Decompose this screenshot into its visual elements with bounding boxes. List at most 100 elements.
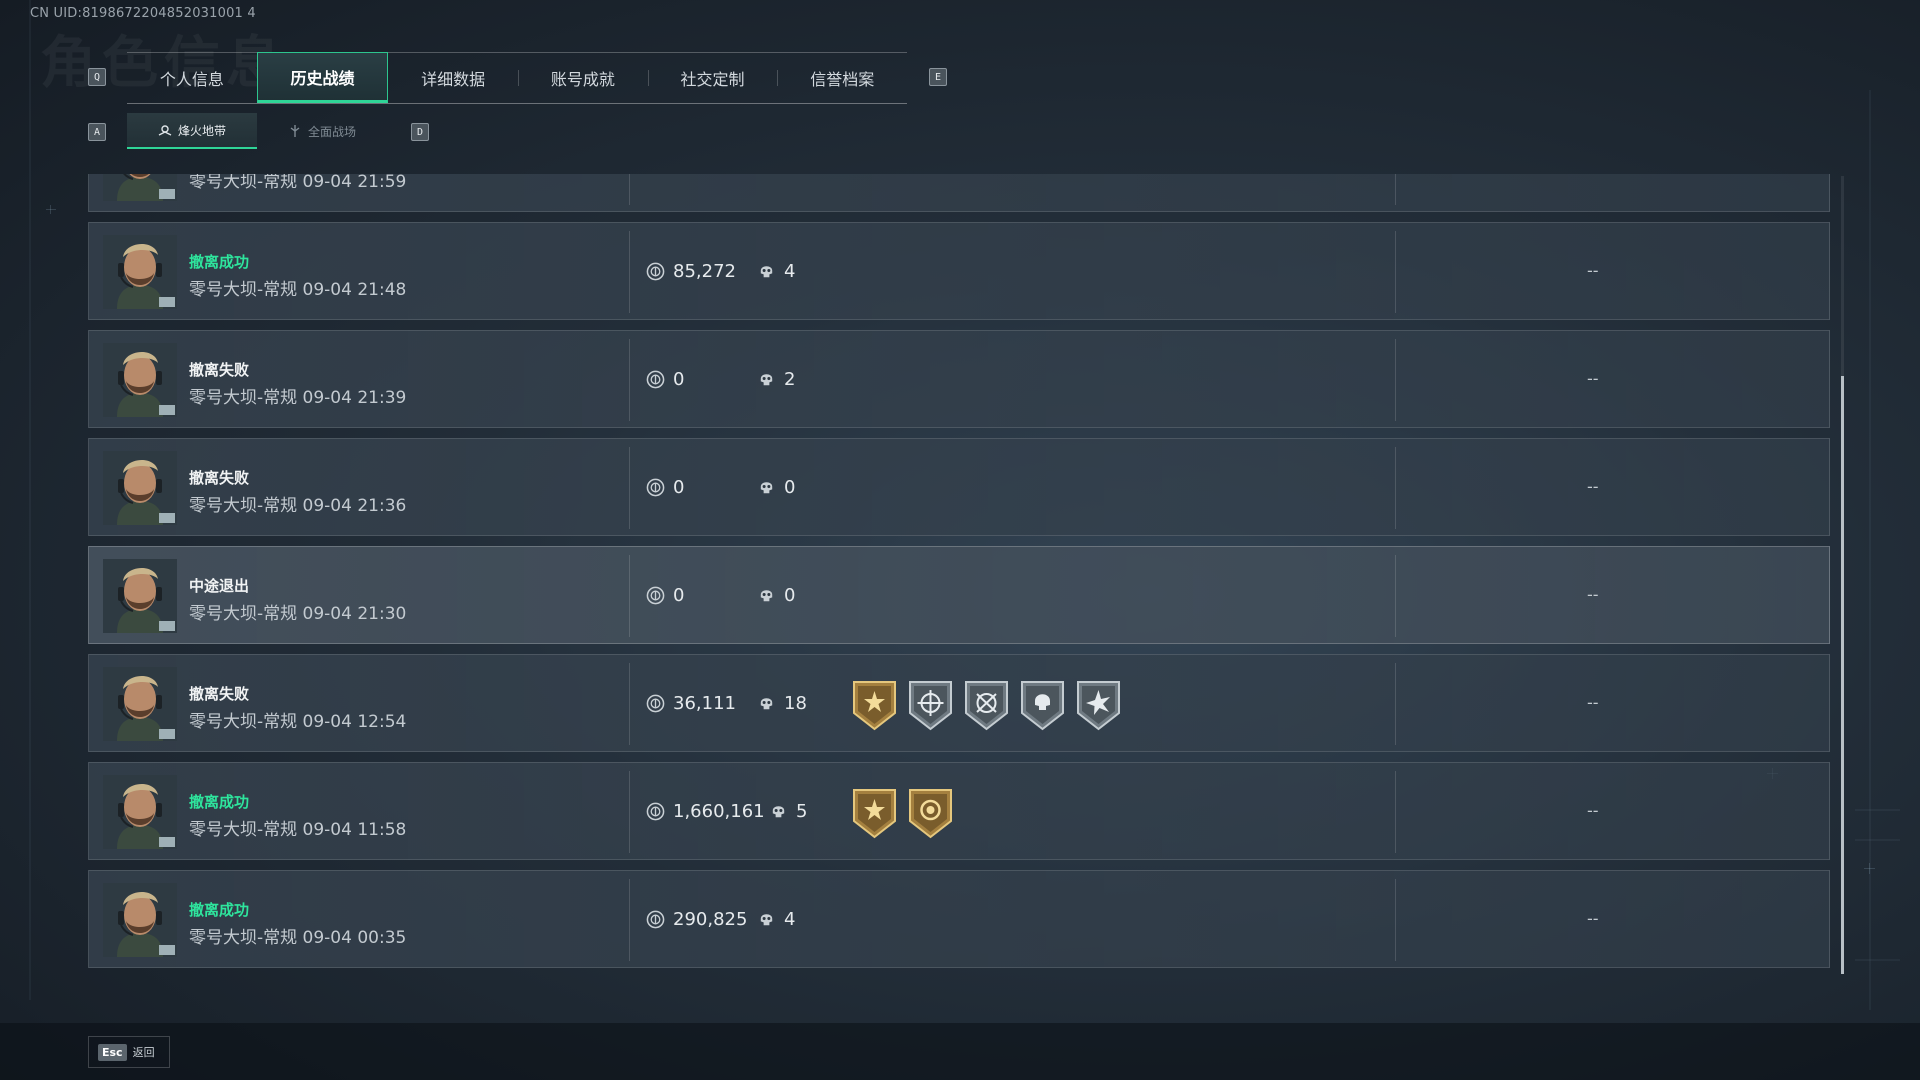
kills-stat: 5 [769,801,807,822]
scrollbar-thumb[interactable] [1841,376,1844,974]
gold-coin-badge-icon[interactable] [907,787,954,839]
esc-key-hint: Esc [98,1043,127,1061]
coin-icon [646,370,665,389]
column-divider [1395,447,1396,529]
match-record-row[interactable]: 零号大坝-常规 09-04 21:59 [88,174,1830,212]
operator-avatar [103,667,177,741]
operator-avatar [103,559,177,633]
main-tabs: 个人信息 历史战绩 详细数据 账号成就 社交定制 信誉档案 [127,52,907,104]
kills-value: 4 [784,261,796,282]
map-and-time: 零号大坝-常规 09-04 21:48 [189,280,407,300]
map-and-time: 零号大坝-常规 09-04 21:30 [189,604,407,624]
tab-match-history[interactable]: 历史战绩 [256,52,389,103]
extraction-status: 撤离失败 [189,469,250,487]
tab-social-custom[interactable]: 社交定制 [647,53,778,103]
column-divider [1395,555,1396,637]
extra-value: -- [1587,261,1599,280]
column-divider [1395,663,1396,745]
tab-detailed-data[interactable]: 详细数据 [388,53,518,103]
kills-stat: 0 [757,477,795,498]
kills-stat: 18 [757,693,807,714]
extraction-status: 撤离成功 [189,253,250,271]
extraction-status: 撤离成功 [189,901,250,919]
tab-reputation[interactable]: 信誉档案 [777,53,907,103]
prev-tab-key-hint[interactable]: Q [88,68,106,86]
kills-value: 0 [784,585,796,606]
column-divider [629,555,630,637]
extraction-status: 撤离失败 [189,361,250,379]
subtab-warfare[interactable]: 全面战场 [257,113,387,149]
mode-subtabs: 烽火地带 全面战场 [127,113,387,149]
coin-icon [646,910,665,929]
coin-icon [646,802,665,821]
money-stat: 1,660,161 [646,801,765,822]
operator-avatar [103,775,177,849]
next-tab-key-hint[interactable]: E [929,68,947,86]
column-divider [629,879,630,961]
medal-list [851,679,1122,731]
kills-value: 2 [784,369,796,390]
silver-crosshair-badge-icon[interactable] [963,679,1010,731]
money-value: 36,111 [673,693,736,714]
operator-avatar [103,343,177,417]
tab-achievements[interactable]: 账号成就 [518,53,648,103]
skull-icon [757,694,776,713]
money-value: 1,660,161 [673,801,765,822]
match-record-row[interactable]: 中途退出 零号大坝-常规 09-04 21:30 0 0 -- [88,546,1830,644]
kills-stat: 2 [757,369,795,390]
match-record-row[interactable]: 撤离成功 零号大坝-常规 09-04 21:48 85,272 4 -- [88,222,1830,320]
skull-icon [757,262,776,281]
match-record-row[interactable]: 撤离成功 零号大坝-常规 09-04 11:58 1,660,161 5 -- [88,762,1830,860]
extra-value: -- [1587,369,1599,388]
skull-icon [769,802,788,821]
silver-burst-badge-icon[interactable] [1075,679,1122,731]
tab-personal-info[interactable]: 个人信息 [127,53,257,103]
money-value: 0 [673,585,685,606]
money-value: 0 [673,369,685,390]
match-record-row[interactable]: 撤离成功 零号大坝-常规 09-04 00:35 290,825 4 -- [88,870,1830,968]
column-divider [1395,231,1396,313]
match-record-row[interactable]: 撤离失败 零号大坝-常规 09-04 21:36 0 0 -- [88,438,1830,536]
column-divider [629,663,630,745]
match-record-row[interactable]: 撤离失败 零号大坝-常规 09-04 12:54 36,111 18 -- [88,654,1830,752]
gold-star-badge-icon[interactable] [851,679,898,731]
column-divider [1395,879,1396,961]
column-divider [629,231,630,313]
extra-value: -- [1587,693,1599,712]
silver-crosshair-badge-icon[interactable] [907,679,954,731]
map-and-time: 零号大坝-常规 09-04 21:36 [189,496,407,516]
column-divider [629,447,630,529]
map-and-time: 零号大坝-常规 09-04 12:54 [189,712,407,732]
kills-stat: 4 [757,909,795,930]
extraction-status: 撤离失败 [189,685,250,703]
subtab-operations-zone[interactable]: 烽火地带 [127,113,257,149]
gold-star-badge-icon[interactable] [851,787,898,839]
extra-value: -- [1587,585,1599,604]
column-divider [1395,339,1396,421]
map-and-time: 零号大坝-常规 09-04 21:59 [189,174,407,192]
extra-value: -- [1587,477,1599,496]
prev-subtab-key-hint[interactable]: A [88,123,106,141]
kills-value: 5 [796,801,808,822]
skull-icon [757,370,776,389]
column-divider [629,339,630,421]
extra-value: -- [1587,909,1599,928]
coin-icon [646,262,665,281]
money-value: 85,272 [673,261,736,282]
back-button[interactable]: Esc 返回 [88,1036,170,1068]
match-record-row[interactable]: 撤离失败 零号大坝-常规 09-04 21:39 0 2 -- [88,330,1830,428]
next-subtab-key-hint[interactable]: D [411,123,429,141]
kills-value: 18 [784,693,807,714]
extra-value: -- [1587,801,1599,820]
list-scrollbar[interactable] [1841,176,1844,974]
kills-stat: 4 [757,261,795,282]
operator-avatar [103,883,177,957]
map-and-time: 零号大坝-常规 09-04 21:39 [189,388,407,408]
operator-avatar [103,235,177,309]
skull-icon [757,586,776,605]
coin-icon [646,586,665,605]
match-history-list[interactable]: 零号大坝-常规 09-04 21:59 撤离成功 零号大坝-常规 09-04 2… [88,174,1832,974]
back-label: 返回 [132,1046,155,1059]
silver-skull-badge-icon[interactable] [1019,679,1066,731]
money-value: 0 [673,477,685,498]
